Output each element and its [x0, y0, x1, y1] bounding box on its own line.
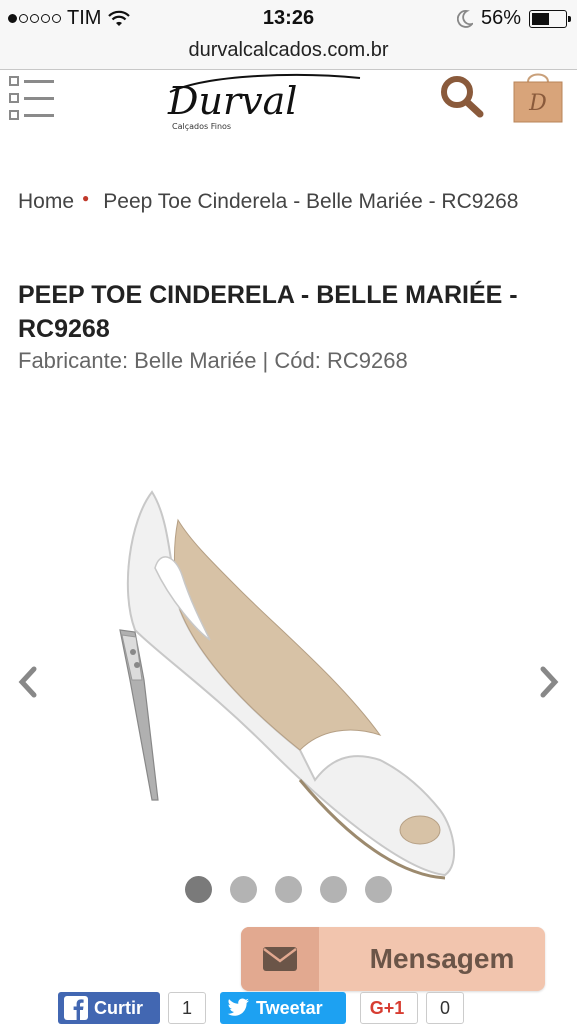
svg-text:Durval: Durval [167, 79, 297, 123]
product-image[interactable] [100, 480, 480, 885]
product-title: PEEP TOE CINDERELA - BELLE MARIÉE - RC92… [18, 281, 518, 343]
carousel-dot[interactable] [365, 876, 392, 903]
envelope-icon [263, 947, 297, 971]
gallery-prev-button[interactable] [16, 665, 40, 705]
battery-icon [529, 9, 571, 28]
breadcrumb-current: Peep Toe Cinderela - Belle Mariée - RC92… [103, 190, 519, 213]
facebook-icon [64, 996, 88, 1020]
url-text: durvalcalcados.com.br [188, 39, 389, 61]
moon-icon [456, 9, 473, 28]
google-plus-count: 0 [426, 992, 464, 1024]
durval-logo-script: Durval Calçados Finos [167, 73, 361, 131]
menu-list-icon[interactable] [8, 74, 56, 120]
battery-percent: 56% [480, 7, 521, 29]
carousel-dot[interactable] [230, 876, 257, 903]
social-share-bar: Curtir 1 Tweetar G+1 0 [58, 992, 464, 1024]
twitter-label: Tweetar [256, 997, 323, 1018]
site-header: Durval Calçados Finos D [0, 70, 577, 132]
breadcrumb: Home ● Peep Toe Cinderela - Belle Mariée -… [18, 184, 548, 216]
google-plus-label: G+1 [369, 997, 405, 1018]
chevron-right-icon [540, 666, 559, 698]
carousel-dot[interactable] [275, 876, 302, 903]
tweet-button[interactable]: Tweetar [220, 992, 346, 1024]
breadcrumb-separator-icon: ● [82, 191, 90, 205]
gallery-next-button[interactable] [537, 665, 561, 705]
carousel-dot[interactable] [320, 876, 347, 903]
twitter-bird-icon [227, 998, 249, 1016]
status-bar: TIM 13:26 56% [0, 0, 577, 36]
site-logo[interactable]: Durval Calçados Finos [150, 70, 370, 132]
address-bar[interactable]: durvalcalcados.com.br [0, 36, 577, 70]
message-button[interactable]: Mensagem [241, 927, 545, 991]
shopping-bag-icon[interactable]: D [510, 70, 566, 126]
product-meta: Fabricante: Belle Mariée | Cód: RC9268 [18, 348, 408, 373]
facebook-label: Curtir [94, 997, 143, 1018]
message-button-label: Mensagem [369, 943, 515, 974]
status-right: 56% [456, 7, 571, 30]
message-icon-box [241, 927, 319, 991]
svg-text:D: D [528, 91, 547, 116]
svg-text:Calçados Finos: Calçados Finos [172, 122, 231, 131]
carousel-indicators [0, 876, 577, 903]
chevron-left-icon [18, 666, 37, 698]
facebook-count: 1 [168, 992, 206, 1024]
google-plus-button[interactable]: G+1 [360, 992, 418, 1024]
product-gallery [0, 470, 577, 890]
search-icon[interactable] [438, 74, 486, 118]
facebook-like-button[interactable]: Curtir [58, 992, 160, 1024]
breadcrumb-home[interactable]: Home [18, 190, 74, 213]
carousel-dot[interactable] [185, 876, 212, 903]
